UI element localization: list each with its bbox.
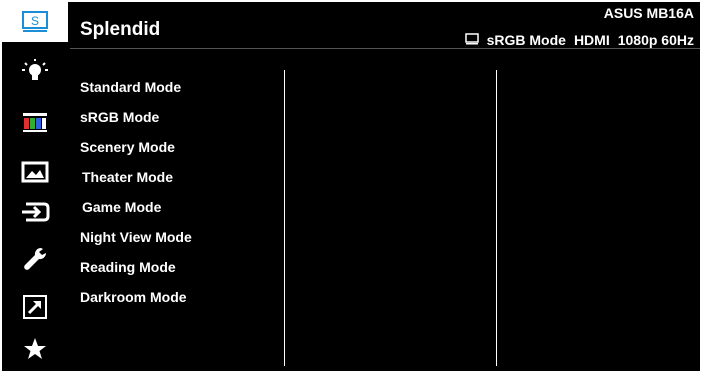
monitor-icon: [464, 32, 479, 48]
menu-item-reading-mode[interactable]: Reading Mode: [80, 252, 280, 282]
menu-item-scenery-mode[interactable]: Scenery Mode: [80, 132, 280, 162]
sidebar: S: [2, 2, 68, 371]
header-divider: [70, 48, 700, 49]
menu-item-game-mode[interactable]: Game Mode: [80, 192, 280, 222]
osd-window: S Splendid ASUS MB16A sRGB Mode HDMI 108…: [2, 2, 700, 371]
column-divider-2: [496, 70, 497, 366]
status-mode: sRGB Mode: [486, 32, 566, 48]
model-name: ASUS MB16A: [603, 5, 694, 21]
menu-item-theater-mode[interactable]: Theater Mode: [80, 162, 280, 192]
page-title: Splendid: [80, 19, 161, 40]
star-icon: [24, 338, 46, 359]
splendid-icon: S: [22, 11, 48, 32]
status-input: HDMI: [573, 32, 610, 48]
arrow-icon: [23, 295, 47, 319]
splendid-icon-letter: S: [31, 14, 39, 28]
menu-item-darkroom-mode[interactable]: Darkroom Mode: [80, 282, 280, 312]
sidebar-item-image[interactable]: [2, 152, 68, 192]
input-icon: [22, 202, 50, 222]
sidebar-item-splendid[interactable]: S: [2, 2, 68, 42]
sidebar-item-system-setup[interactable]: [2, 239, 68, 279]
menu-item-srgb-mode[interactable]: sRGB Mode: [80, 102, 280, 132]
color-bars-icon: [23, 113, 47, 132]
splendid-mode-list: Standard Mode sRGB Mode Scenery Mode The…: [80, 72, 280, 312]
status-bar: sRGB Mode HDMI 1080p 60Hz: [464, 32, 694, 48]
sidebar-item-blue-light[interactable]: [2, 52, 68, 92]
wrench-icon: [24, 247, 47, 270]
sidebar-item-input[interactable]: [2, 192, 68, 232]
bulb-icon: [22, 59, 48, 80]
sidebar-item-shortcut[interactable]: [2, 287, 68, 327]
image-icon: [21, 161, 49, 183]
status-resolution: 1080p 60Hz: [617, 32, 694, 48]
menu-item-night-view-mode[interactable]: Night View Mode: [80, 222, 280, 252]
menu-item-standard-mode[interactable]: Standard Mode: [80, 72, 280, 102]
sidebar-item-myfavorite[interactable]: [2, 329, 68, 369]
column-divider-1: [284, 70, 285, 366]
sidebar-item-color[interactable]: [2, 102, 68, 142]
